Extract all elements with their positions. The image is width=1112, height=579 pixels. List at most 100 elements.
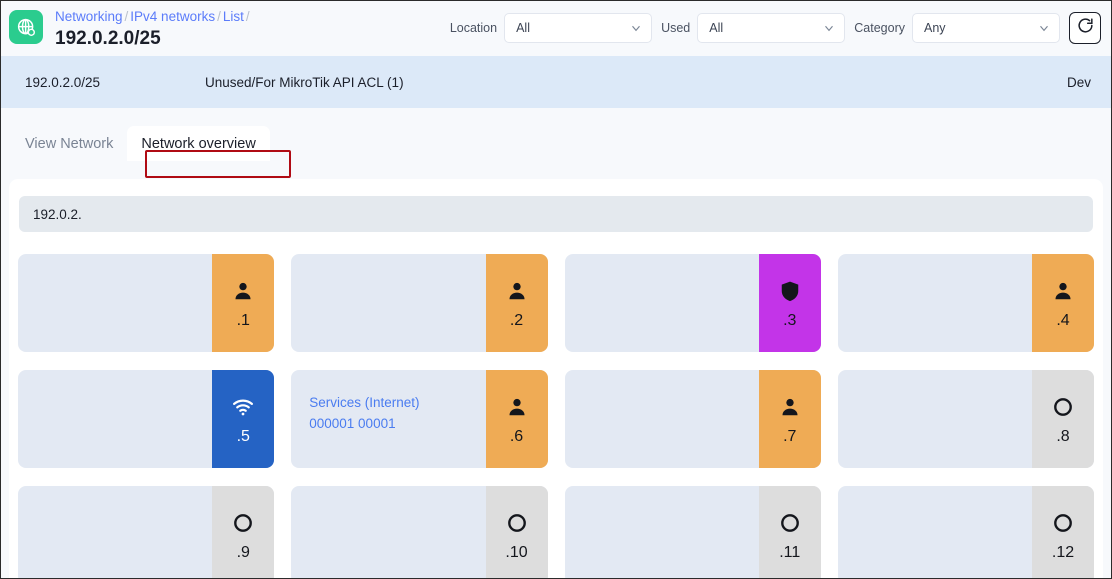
ip-cell[interactable]: .1: [18, 254, 275, 352]
breadcrumb-separator: /: [245, 9, 250, 24]
ip-cell-badge: .1: [212, 254, 275, 352]
circle-icon: [779, 509, 801, 537]
chevron-down-icon: [822, 21, 836, 35]
title-block: Networking / IPv4 networks / List/ 192.0.2.0…: [55, 7, 252, 51]
user-icon: [1052, 277, 1074, 305]
filter-used: Used All: [661, 13, 846, 43]
circle-icon: [1052, 393, 1074, 421]
ip-cell-body: [838, 254, 1032, 352]
breadcrumb-item-list[interactable]: List: [223, 9, 244, 24]
shield-icon: [779, 277, 801, 305]
ip-cell-label[interactable]: 000001 00001: [309, 413, 485, 434]
ip-cell-body: [565, 370, 759, 468]
user-icon: [506, 277, 528, 305]
ip-cell[interactable]: .3: [564, 254, 821, 352]
ip-cell-body: [565, 486, 759, 578]
subnet-prefix-label: 192.0.2.: [33, 206, 82, 222]
ip-cell[interactable]: .12: [837, 486, 1094, 578]
ip-cell-badge: .12: [1032, 486, 1094, 578]
ip-cell-label[interactable]: Services (Internet): [309, 392, 485, 413]
filter-location: Location All: [449, 13, 653, 43]
ip-cell-body: [18, 486, 212, 578]
refresh-icon: [1076, 16, 1095, 40]
ip-cell-badge: .6: [485, 370, 548, 468]
filter-category-label: Category: [854, 21, 905, 35]
filter-bar: Location All Used All Category Any: [450, 12, 1101, 44]
used-select[interactable]: All: [697, 13, 846, 43]
breadcrumb-separator: /: [217, 9, 221, 24]
subnet-prefix-header: 192.0.2.: [19, 196, 1093, 232]
page-title: 192.0.2.0/25: [55, 28, 161, 49]
filter-category: Category Any: [854, 13, 1060, 43]
ip-cell-number: .12: [1051, 544, 1075, 561]
ip-address-grid: .1 .2 .3 .4 .5 Services (Internet) 000001 0000…: [18, 254, 1094, 578]
info-description: Unused/For MikroTik API ACL (1): [205, 74, 404, 90]
ip-cell-number: .3: [783, 312, 797, 329]
breadcrumb-item-networking[interactable]: Networking: [55, 9, 123, 24]
breadcrumb: Networking / IPv4 networks / List /: [55, 8, 252, 25]
ip-cell[interactable]: .5: [18, 370, 275, 468]
ip-cell-badge: .4: [1032, 254, 1094, 352]
network-info-bar: 192.0.2.0/25 Unused/For MikroTik API ACL…: [1, 56, 1111, 108]
globe-icon: [9, 10, 43, 44]
ip-cell[interactable]: Services (Internet) 000001 00001 .6: [291, 370, 548, 468]
tab-network-overview[interactable]: Network overview: [127, 126, 270, 161]
network-overview-page: Networking / IPv4 networks / List/ 192.0.2.0…: [0, 0, 1112, 579]
ip-cell[interactable]: .11: [564, 486, 821, 578]
user-icon: [779, 393, 801, 421]
ip-cell-number: .9: [236, 544, 250, 561]
breadcrumb-item-ipv4-networks[interactable]: IPv4 networks: [130, 9, 215, 24]
circle-icon: [1052, 509, 1074, 537]
circle-icon: [506, 509, 528, 537]
ip-cell-number: .7: [783, 428, 797, 445]
ip-cell-body: [18, 370, 212, 468]
ip-cell-number: .1: [236, 312, 250, 329]
ip-cell-number: .2: [509, 312, 524, 329]
chevron-down-icon: [1037, 21, 1051, 35]
ip-cell[interactable]: .8: [837, 370, 1094, 468]
ip-cell[interactable]: .9: [18, 486, 275, 578]
ip-cell-body: [291, 254, 485, 352]
ip-cell-number: .4: [1056, 312, 1070, 329]
location-select[interactable]: All: [504, 13, 653, 43]
ip-cell-badge: .11: [758, 486, 821, 578]
ip-cell-body: [838, 486, 1032, 578]
refresh-button[interactable]: [1069, 12, 1101, 44]
chevron-down-icon: [629, 21, 643, 35]
user-icon: [232, 277, 254, 305]
user-icon: [506, 393, 528, 421]
wifi-icon: [230, 393, 256, 421]
ip-cell-badge: .9: [212, 486, 275, 578]
ip-cell-badge: .7: [758, 370, 821, 468]
ip-cell[interactable]: .2: [291, 254, 548, 352]
tab-view-network[interactable]: View Network: [11, 126, 127, 161]
ip-cell-number: .5: [236, 428, 250, 445]
filter-location-label: Location: [449, 21, 498, 35]
ip-cell[interactable]: .10: [291, 486, 548, 578]
ip-cell-number: .10: [505, 544, 528, 561]
ip-cell-number: .11: [779, 544, 801, 561]
category-select[interactable]: Any: [912, 13, 1060, 43]
circle-icon: [232, 509, 254, 537]
ip-cell-badge: .5: [212, 370, 275, 468]
filter-used-label: Used: [661, 21, 691, 35]
ip-cell-badge: .2: [485, 254, 548, 352]
ip-cell-body: [291, 486, 485, 578]
ip-cell-body: [565, 254, 759, 352]
ip-cell-badge: .10: [485, 486, 548, 578]
ip-cell-badge: .3: [758, 254, 821, 352]
used-select-value: All: [709, 21, 724, 35]
ip-cell-body: [838, 370, 1032, 468]
info-cidr: 192.0.2.0/25: [25, 74, 101, 90]
tab-bar: View Network Network overview: [1, 108, 1111, 161]
ip-cell[interactable]: .4: [837, 254, 1094, 352]
ip-cell-body: [18, 254, 212, 352]
category-select-value: Any: [924, 21, 946, 35]
ip-cell-badge: .8: [1032, 370, 1094, 468]
ip-cell-body: Services (Internet) 000001 00001: [291, 370, 485, 468]
ip-cell[interactable]: .7: [564, 370, 821, 468]
network-overview-panel: 192.0.2. .1 .2 .3 .4 .5 Services (Internet) 00…: [9, 179, 1103, 578]
page-header: Networking / IPv4 networks / List/ 192.0.2.0…: [1, 1, 1111, 56]
ip-cell-number: .6: [509, 428, 524, 445]
info-environment: Dev: [1066, 74, 1091, 90]
